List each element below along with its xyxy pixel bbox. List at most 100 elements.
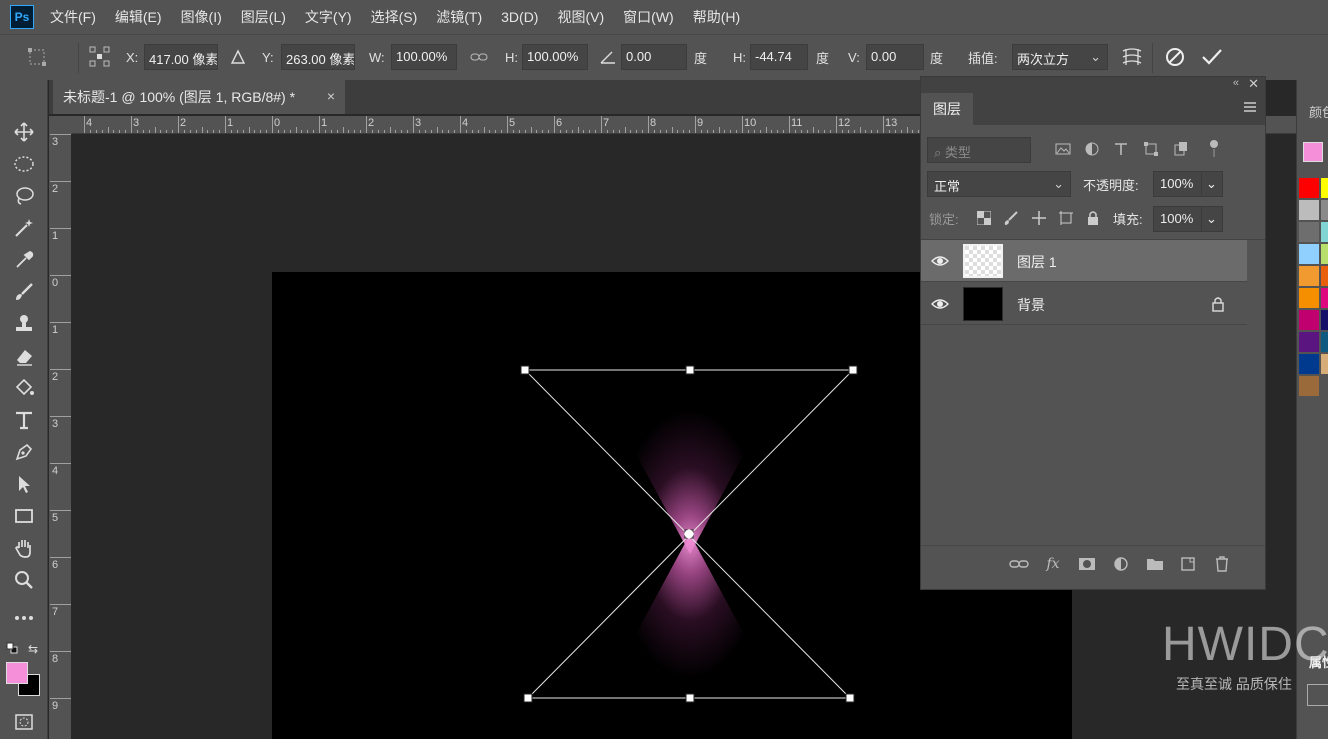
eyedropper-tool-icon[interactable] xyxy=(8,246,40,274)
foreground-color-swatch[interactable] xyxy=(1303,142,1323,162)
color-swatch[interactable] xyxy=(1321,288,1328,308)
brush-tool-icon[interactable] xyxy=(8,278,40,306)
opacity-dropdown[interactable]: ⌄ xyxy=(1201,171,1223,197)
lock-position-icon[interactable] xyxy=(1031,210,1047,226)
close-panel-icon[interactable]: ✕ xyxy=(1248,76,1259,92)
color-panel-tab[interactable]: 颜色 xyxy=(1309,102,1328,121)
hand-tool-icon[interactable] xyxy=(8,534,40,562)
reference-point-icon[interactable] xyxy=(88,45,112,69)
hskew-input[interactable]: -44.74 xyxy=(750,44,808,70)
adjustment-layer-icon[interactable] xyxy=(1111,554,1131,574)
paint-bucket-tool-icon[interactable] xyxy=(8,374,40,402)
link-layers-icon[interactable] xyxy=(1009,554,1029,574)
path-select-tool-icon[interactable] xyxy=(8,470,40,498)
vskew-input[interactable]: 0.00 xyxy=(866,44,924,70)
color-swatch[interactable] xyxy=(1299,354,1319,374)
color-swatch[interactable] xyxy=(1299,376,1319,396)
blend-mode-select[interactable]: 正常 ⌄ xyxy=(927,171,1071,197)
color-swatch[interactable] xyxy=(1321,354,1328,374)
menu-window[interactable]: 窗口(W) xyxy=(623,7,674,27)
menu-select[interactable]: 选择(S) xyxy=(371,7,418,27)
lasso-tool-icon[interactable] xyxy=(8,182,40,210)
color-swatch[interactable] xyxy=(1299,288,1319,308)
color-swatch[interactable] xyxy=(1321,266,1328,286)
visibility-eye-icon[interactable] xyxy=(931,295,949,313)
layer-row[interactable]: 图层 1 xyxy=(921,240,1247,282)
color-swatch[interactable] xyxy=(1321,244,1328,264)
lock-transparent-icon[interactable] xyxy=(976,210,992,226)
fx-icon[interactable]: fx xyxy=(1043,554,1063,574)
w-input[interactable]: 100.00% xyxy=(391,44,457,70)
filter-image-icon[interactable] xyxy=(1055,141,1071,157)
new-layer-icon[interactable] xyxy=(1178,554,1198,574)
layer-row[interactable]: 背景 xyxy=(921,283,1247,325)
magic-wand-tool-icon[interactable] xyxy=(8,214,40,242)
color-swatch[interactable] xyxy=(1299,178,1319,198)
default-colors-icon[interactable] xyxy=(6,642,18,654)
tab-layers[interactable]: 图层 xyxy=(921,93,973,125)
filter-smart-object-icon[interactable] xyxy=(1173,141,1189,157)
lock-artboard-icon[interactable] xyxy=(1058,210,1074,226)
menu-file[interactable]: 文件(F) xyxy=(50,7,96,27)
menu-help[interactable]: 帮助(H) xyxy=(693,7,740,27)
eraser-tool-icon[interactable] xyxy=(8,342,40,370)
type-tool-icon[interactable] xyxy=(8,406,40,434)
menu-layer[interactable]: 图层(L) xyxy=(241,7,286,27)
color-swatch[interactable] xyxy=(1299,332,1319,352)
angle-input[interactable]: 0.00 xyxy=(621,44,687,70)
trash-icon[interactable] xyxy=(1212,554,1232,574)
stamp-tool-icon[interactable] xyxy=(8,310,40,338)
group-folder-icon[interactable] xyxy=(1145,554,1165,574)
lock-all-icon[interactable] xyxy=(1085,210,1101,226)
swap-colors-icon[interactable]: ⇆ xyxy=(28,642,42,656)
visibility-eye-icon[interactable] xyxy=(931,252,949,270)
interpolation-select[interactable]: 两次立方 ⌄ xyxy=(1012,44,1108,70)
filter-type-icon[interactable] xyxy=(1113,141,1129,157)
rectangle-tool-icon[interactable] xyxy=(8,502,40,530)
color-swatch[interactable] xyxy=(1321,332,1328,352)
marquee-tool-icon[interactable] xyxy=(8,150,40,178)
properties-image-icon[interactable] xyxy=(1307,684,1328,706)
link-icon[interactable] xyxy=(470,45,488,69)
menu-3d[interactable]: 3D(D) xyxy=(501,9,538,25)
fill-dropdown[interactable]: ⌄ xyxy=(1201,206,1223,232)
zoom-tool-icon[interactable] xyxy=(8,566,40,594)
foreground-color-swatch[interactable] xyxy=(6,662,28,684)
color-swatch[interactable] xyxy=(1299,244,1319,264)
add-mask-icon[interactable] xyxy=(1077,554,1097,574)
move-tool-icon[interactable] xyxy=(8,118,40,146)
color-swatch[interactable] xyxy=(1321,310,1328,330)
color-swatch[interactable] xyxy=(1299,200,1319,220)
vertical-ruler[interactable]: 3 2 1 0 1 2 3 4 5 6 7 8 9 xyxy=(49,134,71,739)
color-swatch[interactable] xyxy=(1321,200,1328,220)
filter-shape-icon[interactable] xyxy=(1143,141,1159,157)
cancel-transform-icon[interactable] xyxy=(1164,45,1186,69)
y-input[interactable]: 263.00 像素 xyxy=(281,44,355,70)
menu-image[interactable]: 图像(I) xyxy=(181,7,222,27)
h-input[interactable]: 100.00% xyxy=(522,44,588,70)
layer-filter-select[interactable]: ⌕ 类型 xyxy=(927,137,1031,163)
menu-view[interactable]: 视图(V) xyxy=(557,7,604,27)
transform-tool-icon[interactable] xyxy=(26,45,48,69)
menu-type[interactable]: 文字(Y) xyxy=(305,7,352,27)
color-swatch[interactable] xyxy=(1299,222,1319,242)
color-swatch[interactable] xyxy=(1321,222,1328,242)
close-icon[interactable]: × xyxy=(327,88,335,104)
panel-menu-icon[interactable] xyxy=(1243,101,1257,115)
menu-edit[interactable]: 编辑(E) xyxy=(115,7,162,27)
color-swatch[interactable] xyxy=(1321,178,1328,198)
commit-transform-icon[interactable] xyxy=(1200,45,1224,69)
relative-position-icon[interactable] xyxy=(230,45,246,69)
lock-pixels-icon[interactable] xyxy=(1003,210,1019,226)
filter-toggle-icon[interactable] xyxy=(1209,139,1219,159)
collapse-icon[interactable]: « xyxy=(1233,77,1239,89)
pen-tool-icon[interactable] xyxy=(8,438,40,466)
more-tools-icon[interactable] xyxy=(8,604,40,632)
x-input[interactable]: 417.00 像素 xyxy=(144,44,218,70)
color-swatch[interactable] xyxy=(1299,266,1319,286)
warp-icon[interactable] xyxy=(1120,45,1144,69)
menu-filter[interactable]: 滤镜(T) xyxy=(436,7,482,27)
quick-mask-icon[interactable] xyxy=(8,708,40,736)
document-tab[interactable]: 未标题-1 @ 100% (图层 1, RGB/8#) * × xyxy=(53,80,345,114)
filter-adjustment-icon[interactable] xyxy=(1084,141,1100,157)
